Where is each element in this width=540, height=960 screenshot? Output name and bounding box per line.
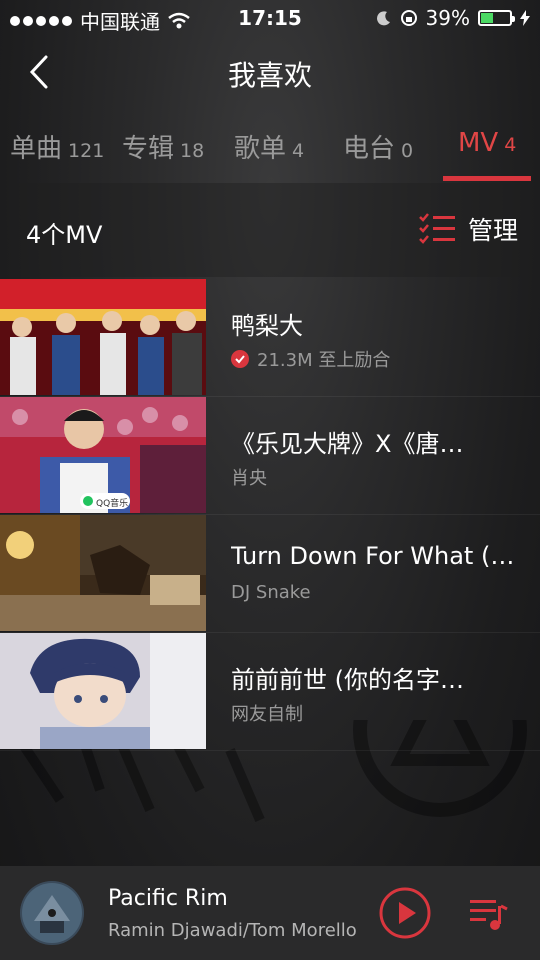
manage-button[interactable]: 管理 — [418, 211, 518, 247]
tab-albums[interactable]: 专辑 18 — [122, 128, 204, 165]
mv-subtitle: 网友自制 — [231, 700, 303, 726]
mv-title: Turn Down For What (… — [231, 542, 515, 570]
mv-subtitle-text: 网友自制 — [231, 704, 303, 725]
mv-list-item[interactable]: 鸭梨大 21.3M 至上励合 — [0, 278, 540, 397]
tab-label: 单曲 — [10, 134, 63, 164]
mv-list-item[interactable]: 前前前世 (你的名字… 网友自制 — [0, 632, 540, 751]
mv-list-item[interactable]: Turn Down For What (… DJ Snake — [0, 514, 540, 633]
page-title: 我喜欢 — [227, 59, 312, 92]
thumb-badge-text: QQ音乐 — [96, 497, 128, 509]
tab-count: 4 — [292, 140, 305, 162]
mv-subtitle-text: DJ Snake — [231, 582, 311, 603]
mv-thumbnail: QQ音乐 — [0, 397, 206, 513]
tab-count: 0 — [401, 140, 414, 162]
tab-playlists[interactable]: 歌单 4 — [234, 128, 304, 165]
song-title: Pacific Rim — [108, 886, 228, 911]
tab-label: 歌单 — [234, 134, 287, 164]
mini-player[interactable]: Pacific Rim Ramin Djawadi/Tom Morello — [0, 866, 540, 960]
mv-subtitle: 21.3M 至上励合 — [231, 346, 390, 372]
checklist-icon — [419, 213, 455, 244]
mv-subtitle: 肖央 — [231, 464, 267, 490]
mv-title: 鸭梨大 — [231, 312, 303, 340]
tab-mv[interactable]: MV 4 — [458, 128, 516, 158]
mv-thumbnail — [0, 279, 206, 395]
tab-label: 电台 — [343, 134, 396, 164]
manage-label: 管理 — [467, 216, 518, 245]
mv-thumbnail — [0, 633, 206, 749]
charging-icon — [520, 10, 530, 26]
mv-title: 前前前世 (你的名字… — [231, 666, 464, 694]
song-artist: Ramin Djawadi/Tom Morello — [108, 920, 357, 941]
tab-count: 121 — [68, 140, 105, 162]
mv-subtitle: DJ Snake — [231, 582, 311, 603]
tab-count: 4 — [504, 134, 517, 156]
playlist-queue-button[interactable] — [468, 896, 508, 932]
mv-count-label: 4个MV — [26, 221, 103, 249]
moon-icon — [376, 11, 390, 26]
battery-icon — [478, 10, 515, 26]
mv-thumbnail — [0, 515, 206, 631]
play-button[interactable] — [378, 886, 432, 940]
active-tab-indicator — [443, 176, 531, 181]
status-bar: 中国联通 17:15 39% — [0, 0, 540, 36]
tab-label: 专辑 — [122, 134, 175, 164]
tab-count: 18 — [180, 140, 205, 162]
tab-songs[interactable]: 单曲 121 — [10, 128, 104, 165]
rotation-lock-icon — [400, 10, 417, 26]
mv-list-item[interactable]: QQ音乐 《乐见大牌》X《唐… 肖央 — [0, 396, 540, 515]
tab-label: MV — [458, 128, 499, 158]
mv-subtitle-text: 21.3M 至上励合 — [257, 350, 391, 371]
status-right: 39% — [376, 6, 530, 30]
list-toolbar: 4个MV 管理 — [0, 183, 540, 277]
verified-check-icon — [231, 350, 249, 368]
tab-radio[interactable]: 电台 0 — [343, 128, 413, 165]
category-tabs: 单曲 121 专辑 18 歌单 4 电台 0 MV 4 — [0, 118, 540, 182]
nav-header: 我喜欢 — [0, 40, 540, 104]
album-art[interactable] — [20, 881, 84, 945]
mv-subtitle-text: 肖央 — [231, 468, 267, 489]
battery-percent: 39% — [425, 6, 470, 30]
mv-title: 《乐见大牌》X《唐… — [231, 430, 464, 458]
